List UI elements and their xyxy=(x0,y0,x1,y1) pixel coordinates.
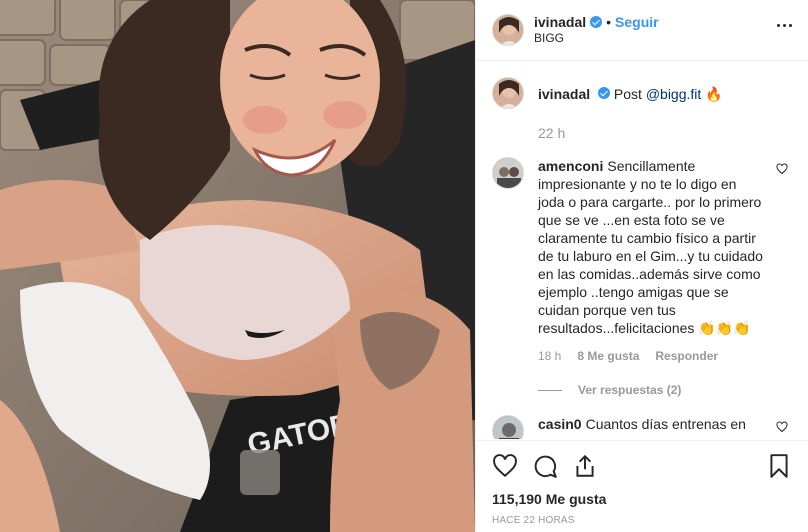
replies-divider xyxy=(538,389,562,391)
comment-body: casin0 Cuantos días entrenas en xyxy=(538,415,792,433)
instagram-post: GATOR ivinadal • Seguir BIGG ivinadal Po… xyxy=(0,0,808,532)
header-separator: • xyxy=(606,14,612,30)
verified-badge-icon xyxy=(598,87,611,99)
verified-badge-icon xyxy=(590,16,603,28)
post-location[interactable]: BIGG xyxy=(534,30,659,46)
photo-illustration: GATOR xyxy=(0,0,475,532)
comment-time[interactable]: 18 h xyxy=(538,347,561,365)
comment-icon[interactable] xyxy=(532,453,558,479)
more-options-icon[interactable] xyxy=(777,24,792,27)
action-bar: 115,190 Me gusta HACE 22 HORAS xyxy=(476,440,808,526)
post-photo[interactable]: GATOR xyxy=(0,0,475,532)
caption-timestamp[interactable]: 22 h xyxy=(538,125,792,141)
comment-body: amenconi Sencillamente impresionante y no… xyxy=(538,157,792,399)
comment-item: amenconi Sencillamente impresionante y no… xyxy=(492,157,792,399)
fire-emoji: 🔥 xyxy=(705,86,723,102)
comment-likes[interactable]: 8 Me gusta xyxy=(577,347,639,365)
post-header: ivinadal • Seguir BIGG xyxy=(476,0,808,61)
post-sidebar: ivinadal • Seguir BIGG ivinadal Post @bi… xyxy=(475,0,808,532)
share-icon[interactable] xyxy=(572,453,598,479)
comment-text: Sencillamente impresionante y no te lo d… xyxy=(538,158,763,336)
likes-label: Me gusta xyxy=(545,491,607,507)
caption-text: Post xyxy=(613,86,646,102)
comment-meta: 18 h 8 Me gusta Responder xyxy=(538,347,766,365)
action-icons xyxy=(492,451,792,481)
heart-icon[interactable] xyxy=(492,453,518,479)
comment-item: casin0 Cuantos días entrenas en xyxy=(492,415,792,439)
caption-mention[interactable]: @bigg.fit xyxy=(646,86,701,102)
commenter-username[interactable]: amenconi xyxy=(538,158,603,174)
view-replies-button[interactable]: Ver respuestas (2) xyxy=(538,381,766,399)
view-replies-label: Ver respuestas (2) xyxy=(578,383,682,397)
post-caption: ivinadal Post @bigg.fit 🔥 xyxy=(492,77,792,109)
commenter-avatar[interactable] xyxy=(492,415,524,439)
comment-heart-icon[interactable] xyxy=(776,163,788,175)
bookmark-icon[interactable] xyxy=(766,453,792,479)
likes-count[interactable]: 115,190 Me gusta xyxy=(492,491,792,507)
comments-section[interactable]: ivinadal Post @bigg.fit 🔥 22 h amenconi S… xyxy=(476,61,808,439)
author-username[interactable]: ivinadal xyxy=(534,14,586,30)
author-avatar[interactable] xyxy=(492,14,524,46)
caption-username[interactable]: ivinadal xyxy=(538,86,590,102)
comment-text: Cuantos días entrenas en xyxy=(585,416,746,432)
reply-button[interactable]: Responder xyxy=(655,347,718,365)
caption-body: ivinadal Post @bigg.fit 🔥 xyxy=(538,77,792,103)
caption-avatar[interactable] xyxy=(492,77,524,109)
likes-number: 115,190 xyxy=(492,491,542,507)
follow-button[interactable]: Seguir xyxy=(615,14,659,30)
header-text: ivinadal • Seguir BIGG xyxy=(534,14,659,46)
commenter-avatar[interactable] xyxy=(492,157,524,189)
post-date[interactable]: HACE 22 HORAS xyxy=(492,515,792,526)
commenter-username[interactable]: casin0 xyxy=(538,416,582,432)
comment-heart-icon[interactable] xyxy=(776,421,788,433)
